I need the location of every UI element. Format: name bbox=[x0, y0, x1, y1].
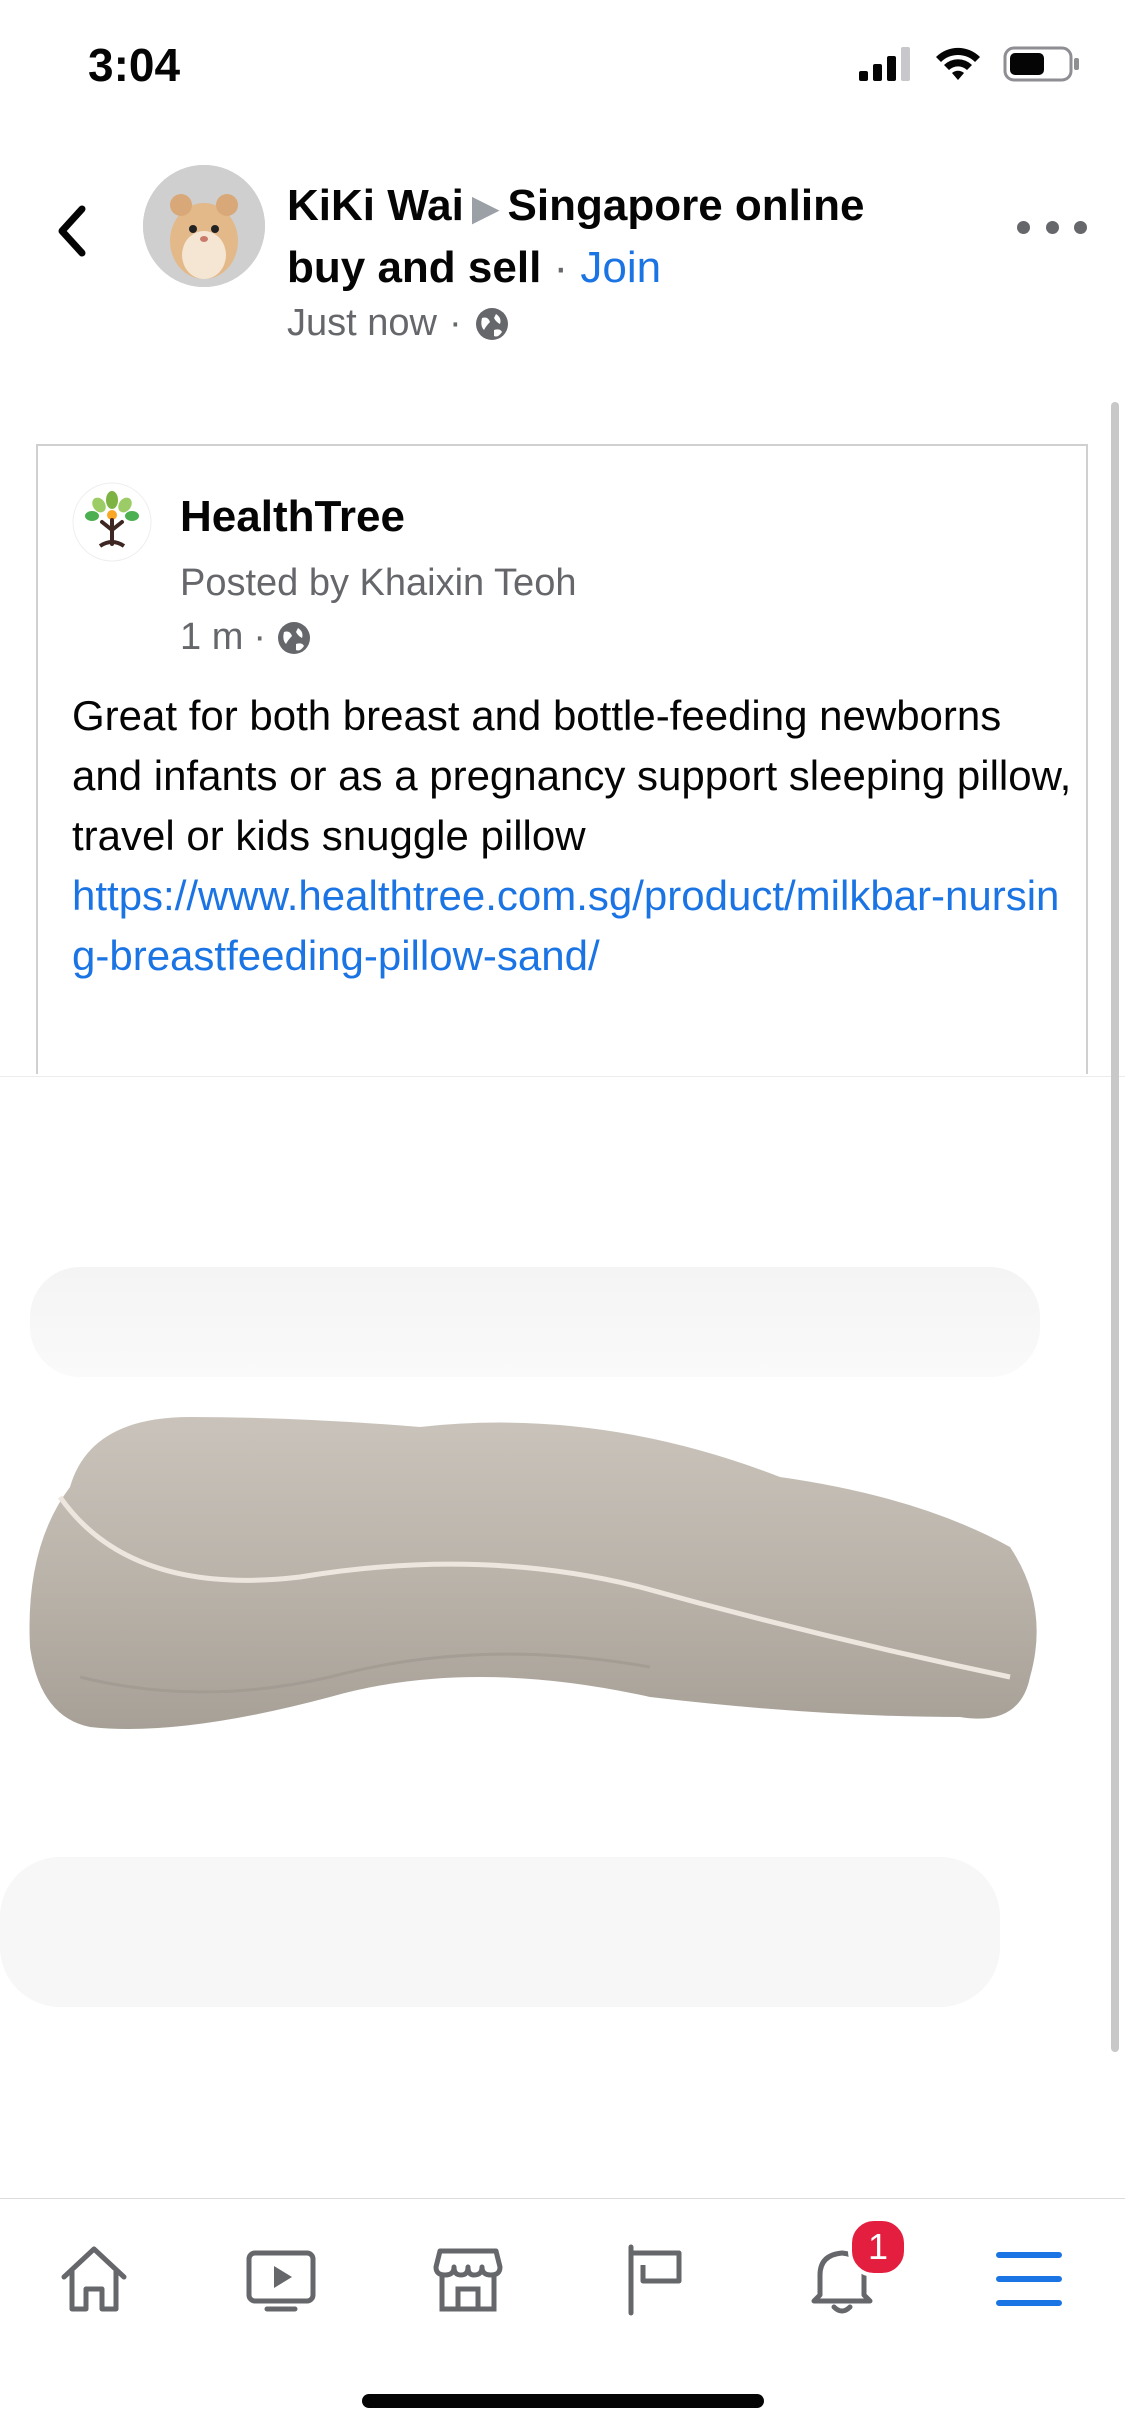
post-timestamp: Just now bbox=[287, 302, 437, 344]
globe-icon bbox=[475, 307, 508, 340]
tab-menu[interactable] bbox=[935, 2199, 1122, 2359]
product-photo[interactable] bbox=[0, 1076, 1125, 2069]
flag-icon bbox=[628, 2244, 681, 2316]
signal-icon bbox=[859, 47, 910, 81]
group-name-line2[interactable]: buy and sell bbox=[287, 243, 541, 292]
tab-pages[interactable] bbox=[561, 2199, 748, 2359]
separator-dot: · bbox=[448, 302, 462, 344]
tab-home[interactable] bbox=[0, 2199, 187, 2359]
avatar[interactable] bbox=[143, 165, 265, 287]
home-indicator[interactable] bbox=[362, 2394, 764, 2408]
chevron-left-icon bbox=[58, 205, 86, 257]
group-name-line1[interactable]: Singapore online bbox=[508, 181, 865, 230]
tab-watch[interactable] bbox=[187, 2199, 374, 2359]
status-time: 3:04 bbox=[88, 39, 181, 91]
post-header-title: KiKi Wai ▶ Singapore online buy and sell ·… bbox=[287, 176, 977, 298]
separator-dot: · bbox=[253, 616, 267, 658]
more-dot bbox=[1017, 220, 1030, 234]
pillow-image bbox=[0, 1267, 1040, 2007]
globe-icon bbox=[278, 621, 311, 654]
page-logo[interactable] bbox=[72, 482, 152, 562]
status-icons bbox=[859, 46, 1081, 82]
author-name[interactable]: KiKi Wai bbox=[287, 181, 464, 230]
back-button[interactable] bbox=[42, 196, 102, 266]
home-icon bbox=[61, 2246, 126, 2312]
more-dot bbox=[1045, 220, 1059, 234]
separator-dot: · bbox=[541, 243, 581, 292]
wifi-icon bbox=[936, 47, 980, 80]
shared-post-meta: 1 m · bbox=[180, 616, 312, 659]
page-name[interactable]: HealthTree bbox=[180, 492, 405, 542]
more-options-button[interactable] bbox=[1017, 212, 1087, 242]
triangle-right-icon: ▶ bbox=[471, 187, 500, 228]
post-meta: Just now · bbox=[287, 302, 510, 345]
post-text: Great for both breast and bottle-feeding… bbox=[72, 692, 1072, 859]
more-dot bbox=[1074, 220, 1087, 234]
shared-post-time: 1 m bbox=[180, 616, 244, 658]
hamster-avatar-image bbox=[143, 165, 265, 287]
scrollbar[interactable] bbox=[1111, 402, 1119, 2052]
tab-notifications[interactable]: 1 bbox=[748, 2199, 935, 2359]
join-group-link[interactable]: Join bbox=[580, 243, 661, 292]
hamburger-menu-icon bbox=[995, 2252, 1062, 2306]
healthtree-logo bbox=[72, 482, 152, 562]
bottom-nav: 1 bbox=[0, 2198, 1125, 2359]
posted-by: Posted by Khaixin Teoh bbox=[180, 562, 577, 604]
storefront-icon bbox=[433, 2248, 502, 2312]
notification-badge: 1 bbox=[848, 2217, 908, 2277]
tab-marketplace[interactable] bbox=[374, 2199, 561, 2359]
post-body: Great for both breast and bottle-feeding… bbox=[72, 686, 1072, 986]
battery-icon bbox=[1003, 46, 1079, 82]
product-link[interactable]: https://www.healthtree.com.sg/product/mi… bbox=[72, 872, 1059, 979]
video-play-icon bbox=[246, 2250, 315, 2312]
